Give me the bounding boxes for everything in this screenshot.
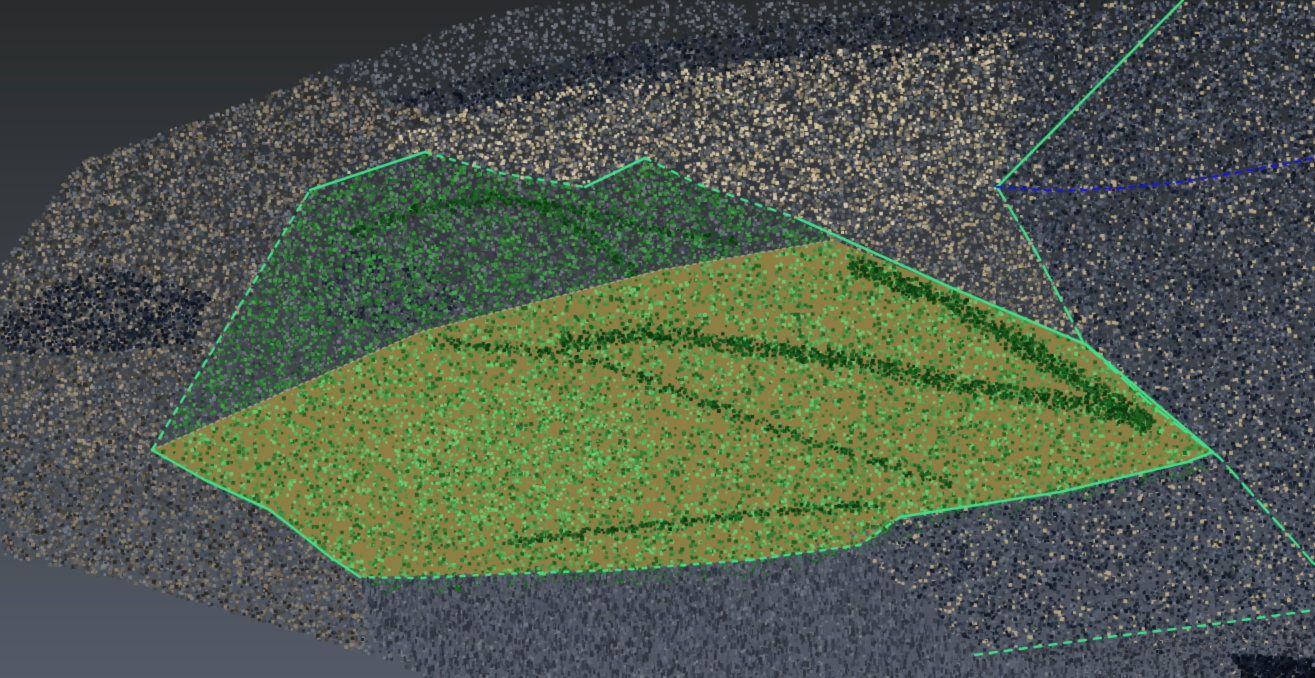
point-cloud-viewer-window bbox=[0, 0, 1315, 678]
point-cloud-viewport[interactable] bbox=[0, 0, 1315, 678]
